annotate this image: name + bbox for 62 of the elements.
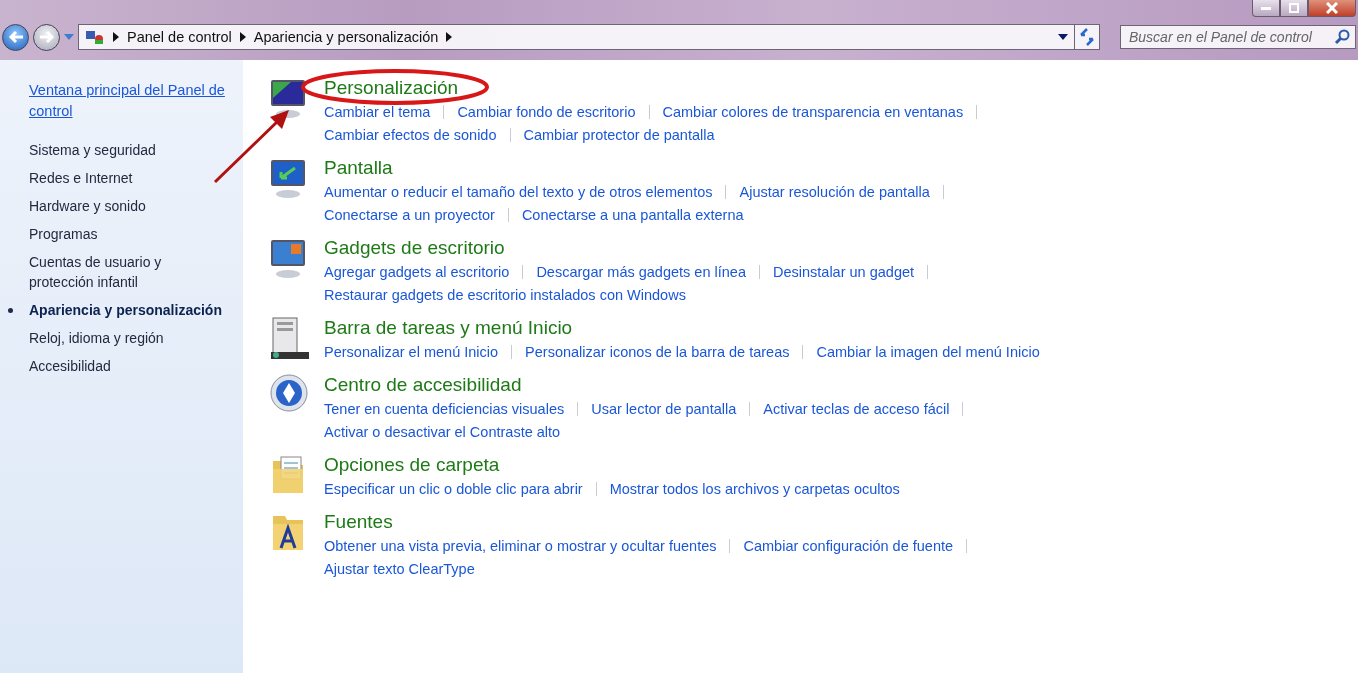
back-button[interactable] (2, 23, 29, 51)
sidebar-item[interactable]: Accesibilidad (29, 356, 219, 376)
task-link[interactable]: Restaurar gadgets de escritorio instalados con Windows (324, 286, 686, 303)
arrow-left-icon (7, 30, 24, 44)
search-field[interactable]: Buscar en el Panel de control (1120, 25, 1356, 49)
sidebar-item[interactable]: Reloj, idioma y región (29, 328, 219, 348)
task-link[interactable]: Desinstalar un gadget (772, 263, 915, 280)
search-icon[interactable] (1334, 29, 1350, 45)
refresh-icon[interactable] (1074, 24, 1100, 50)
task-link[interactable]: Cambiar protector de pantalla (523, 126, 715, 143)
task-link[interactable]: Cambiar configuración de fuente (743, 537, 954, 554)
control-panel-icon (85, 29, 105, 45)
task-link[interactable]: Personalizar el menú Inicio (324, 343, 499, 360)
category-title[interactable]: Gadgets de escritorio (324, 236, 505, 260)
sidebar-item[interactable]: Sistema y seguridad (29, 140, 219, 160)
task-link[interactable]: Agregar gadgets al escritorio (324, 263, 510, 280)
forward-button[interactable] (33, 23, 60, 51)
sidebar-item[interactable]: Redes e Internet (29, 168, 219, 188)
sidebar-item[interactable]: Hardware y sonido (29, 196, 219, 216)
task-link[interactable]: Cambiar la imagen del menú Inicio (816, 343, 1040, 360)
task-link[interactable]: Especificar un clic o doble clic para abrir (324, 480, 583, 497)
task-link[interactable]: Aumentar o reducir el tamaño del texto y de otros elementos (324, 183, 713, 200)
category-title[interactable]: Centro de accesibilidad (324, 373, 522, 397)
sidebar-item[interactable]: Apariencia y personalización (8, 300, 233, 320)
maximize-icon (1289, 3, 1299, 13)
task-link[interactable]: Conectarse a una pantalla externa (521, 206, 744, 223)
close-icon (1326, 2, 1338, 14)
minimize-button[interactable] (1252, 0, 1280, 17)
task-link[interactable]: Obtener una vista previa, eliminar o mostrar y ocultar fuentes (324, 537, 717, 554)
chevron-icon[interactable] (239, 32, 246, 42)
task-link[interactable]: Activar o desactivar el Contraste alto (324, 423, 561, 440)
task-link[interactable]: Conectarse a un proyector (324, 206, 495, 223)
address-bar[interactable]: Panel de control Apariencia y personalización (78, 24, 1075, 50)
category-title[interactable]: Barra de tareas y menú Inicio (324, 316, 573, 340)
task-link[interactable]: Ajustar resolución de pantalla (739, 183, 930, 200)
task-link[interactable]: Activar teclas de acceso fácil (763, 400, 950, 417)
category-title[interactable]: Opciones de carpeta (324, 453, 500, 477)
home-link[interactable]: Ventana principal del Panel de control (29, 80, 237, 122)
task-link[interactable]: Cambiar el tema (324, 103, 431, 120)
task-link[interactable]: Personalizar iconos de la barra de tareas (525, 343, 790, 360)
sidebar-item[interactable]: Cuentas de usuario y protección infantil (29, 252, 219, 292)
sidebar-item[interactable]: Programas (29, 224, 219, 244)
task-link[interactable]: Cambiar efectos de sonido (324, 126, 497, 143)
task-link[interactable]: Cambiar colores de transparencia en ventanas (662, 103, 964, 120)
task-link[interactable]: Descargar más gadgets en línea (536, 263, 746, 280)
taskbar-icon (269, 316, 309, 360)
task-link[interactable]: Ajustar texto ClearType (324, 560, 475, 577)
dropdown-caret-icon[interactable] (1058, 34, 1068, 40)
category-title[interactable]: Fuentes (324, 510, 393, 534)
close-button[interactable] (1308, 0, 1356, 17)
category-title[interactable]: Pantalla (324, 156, 393, 180)
maximize-button[interactable] (1280, 0, 1308, 17)
task-link[interactable]: Mostrar todos los archivos y carpetas ocultos (609, 480, 900, 497)
task-link[interactable]: Tener en cuenta deficiencias visuales (324, 400, 565, 417)
breadcrumb-item[interactable]: Panel de control (127, 29, 232, 45)
task-link[interactable]: Usar lector de pantalla (591, 400, 737, 417)
chevron-icon[interactable] (113, 32, 119, 42)
arrow-right-icon (38, 30, 55, 44)
breadcrumb-item[interactable]: Apariencia y personalización (253, 29, 439, 45)
task-link[interactable]: Cambiar fondo de escritorio (457, 103, 636, 120)
chevron-icon[interactable] (446, 32, 453, 42)
minimize-icon (1261, 6, 1271, 10)
